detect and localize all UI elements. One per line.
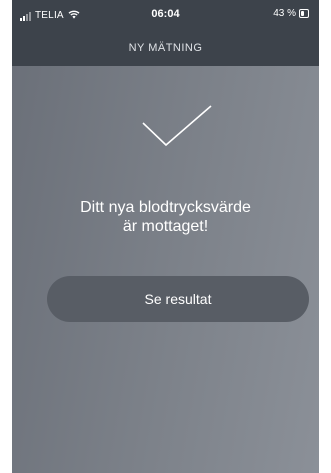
see-result-button[interactable]: Se resultat xyxy=(47,276,309,322)
main-content: Ditt nya blodtrycksvärde är mottaget! Se… xyxy=(12,66,319,473)
battery-percentage: 43 % xyxy=(273,8,296,19)
confirmation-message: Ditt nya blodtrycksvärde är mottaget! xyxy=(12,198,319,236)
confirmation-line-2: är mottaget! xyxy=(122,218,209,235)
phone-screen: TELIA 06:04 43 % NY MÄTNING Ditt nya blo… xyxy=(12,0,319,473)
battery-level-fill xyxy=(301,11,304,16)
battery-icon xyxy=(299,9,309,18)
header-title: NY MÄTNING xyxy=(12,30,319,66)
status-bar: TELIA 06:04 43 % xyxy=(12,0,319,30)
checkmark-icon xyxy=(141,103,213,153)
status-right: 43 % xyxy=(273,8,309,19)
confirmation-line-1: Ditt nya blodtrycksvärde xyxy=(80,199,251,216)
